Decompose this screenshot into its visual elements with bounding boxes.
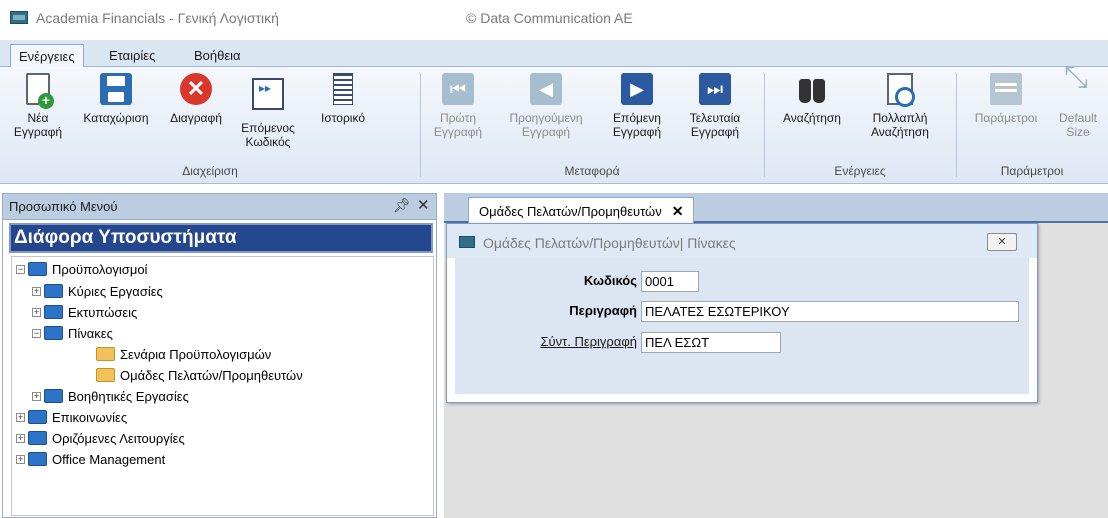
folder-icon [96,368,115,382]
menu-tab-companies[interactable]: Εταιρίες [101,44,163,67]
code-label: Κωδικός [583,273,637,288]
panel-title: Προσωπικό Μενού [9,199,118,214]
parameters-button[interactable]: Παράμετροι [966,73,1046,125]
group-label-management: Διαχείριση [182,164,238,178]
folder-icon [28,452,47,466]
short-description-input[interactable] [641,332,781,353]
folder-icon [44,389,63,403]
form-title-bar: Ομάδες Πελατών/Προμηθευτών| Πίνακες ✕ [447,224,1037,258]
expand-icon[interactable]: + [32,287,41,296]
save-disk-icon [100,73,132,105]
folder-icon [44,305,63,319]
group-label-parameters: Παράμετροι [1000,164,1064,178]
next-record-button[interactable]: ▶ Επόμενη Εγγραφή [604,73,670,139]
menu-tab-help[interactable]: Βοήθεια [186,44,249,67]
menu-bar: Ενέργειες Εταιρίες Βοήθεια [0,40,1108,68]
group-label-actions: Ενέργειες [834,164,886,178]
app-logo-icon [10,11,28,24]
expand-icon[interactable]: + [16,455,25,464]
menu-tab-actions[interactable]: Ενέργειες [10,44,84,68]
ribbon-separator [764,73,765,177]
folder-icon [44,284,63,298]
code-input[interactable] [641,271,699,292]
close-tab-icon[interactable]: ✕ [672,203,684,219]
expand-icon[interactable]: + [16,413,25,422]
history-building-icon [333,73,353,105]
multi-search-icon [887,73,915,107]
history-button[interactable]: Ιστορικό [307,73,379,125]
first-record-button[interactable]: ⏮ Πρώτη Εγγραφή [428,73,488,139]
folder-icon [44,326,63,340]
new-document-icon [26,73,54,109]
first-record-icon: ⏮ [442,73,474,105]
resize-arrows-icon [1062,71,1094,105]
parameters-icon [990,73,1022,105]
form-close-button[interactable]: ✕ [987,233,1017,251]
last-record-button[interactable]: ⏭ Τελευταία Εγγραφή [675,73,755,139]
next-code-button[interactable]: Επόμενος Κωδικός [232,73,304,149]
previous-record-icon: ◀ [530,73,562,105]
previous-record-button[interactable]: ◀ Προηγούμενη Εγγραφή [500,73,592,139]
delete-button[interactable]: ✕ Διαγραφή [163,73,229,125]
save-button[interactable]: Καταχώριση [72,73,160,125]
personal-menu-header: Προσωπικό Μενού 📌︎ ✕ [2,193,437,220]
form-title: Ομάδες Πελατών/Προμηθευτών| Πίνακες [483,235,736,251]
ribbon-separator [420,73,421,177]
ribbon-separator [956,73,957,177]
next-code-icon [252,78,284,110]
delete-x-icon: ✕ [180,73,212,105]
binoculars-icon [796,73,828,105]
expand-icon[interactable]: + [32,392,41,401]
app-logo-icon [459,236,475,248]
short-description-label[interactable]: Σύντ. Περιγραφή [507,334,637,349]
expand-icon[interactable]: + [32,308,41,317]
group-label-navigation: Μεταφορά [564,164,620,178]
pin-icon[interactable]: 📌︎ [393,197,411,214]
last-record-icon: ⏭ [699,73,731,105]
navigation-tree: − Προϋπολογισμοί + Κύριες Εργασίες + Εκτ… [11,256,434,516]
personal-menu-panel: Διάφορα Υποσυστήματα − Προϋπολογισμοί + … [2,220,437,518]
folder-icon [28,431,47,445]
expand-icon[interactable]: + [16,434,25,443]
new-record-button[interactable]: Νέα Εγγραφή [8,73,68,139]
search-button[interactable]: Αναζήτηση [774,73,850,125]
description-input[interactable] [641,301,1019,322]
form-body: Κωδικός Περιγραφή Σύντ. Περιγραφή [455,258,1029,394]
default-size-button[interactable]: Default Size [1050,71,1106,139]
document-tab-strip: Ομάδες Πελατών/Προμηθευτών ✕ [444,193,1108,223]
collapse-icon[interactable]: − [16,265,25,274]
folder-icon [96,347,115,361]
description-label: Περιγραφή [569,303,637,318]
title-bar: Academia Financials - Γενική Λογιστική ©… [0,0,1108,40]
ribbon-toolbar: Νέα Εγγραφή Καταχώριση ✕ Διαγραφή Επόμεν… [0,67,1108,184]
subsystems-header: Διάφορα Υποσυστήματα [9,223,433,253]
folder-icon [28,410,47,424]
next-record-icon: ▶ [621,73,653,105]
form-window: Ομάδες Πελατών/Προμηθευτών| Πίνακες ✕ Κω… [446,223,1038,403]
multi-search-button[interactable]: Πολλαπλή Αναζήτηση [858,73,942,139]
window-title: Academia Financials - Γενική Λογιστική [36,10,279,26]
collapse-icon[interactable]: − [32,329,41,338]
folder-icon [28,262,47,276]
close-panel-icon[interactable]: ✕ [417,196,430,214]
copyright-text: © Data Communication AE [466,10,633,26]
document-tab-label: Ομάδες Πελατών/Προμηθευτών [479,204,662,219]
document-tab[interactable]: Ομάδες Πελατών/Προμηθευτών ✕ [468,197,695,223]
